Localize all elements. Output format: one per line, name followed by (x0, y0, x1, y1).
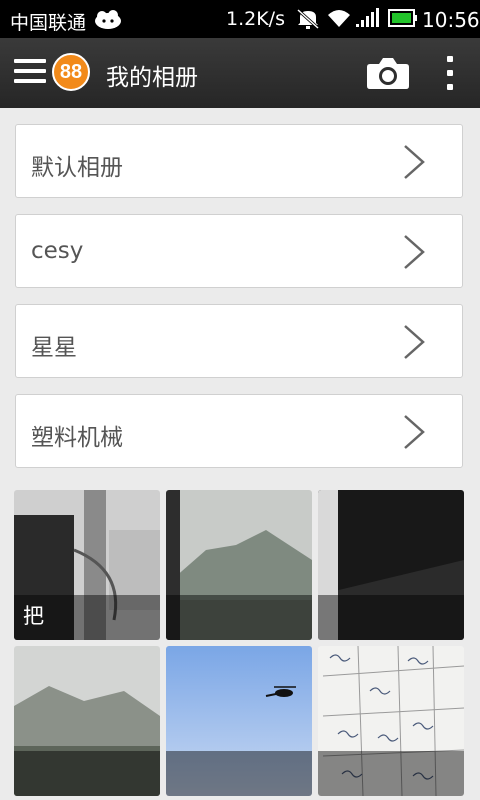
battery-icon (388, 8, 418, 33)
chevron-right-icon (402, 144, 426, 184)
clock: 10:56 (422, 8, 480, 32)
wifi-icon (327, 8, 351, 33)
photo-caption: 把 (23, 604, 44, 628)
caption-overlay (318, 595, 464, 640)
message-cloud-icon (94, 9, 122, 34)
caption-overlay (166, 751, 312, 796)
page-title: 我的相册 (106, 65, 198, 91)
photo-thumbnail[interactable] (14, 646, 160, 796)
app-logo: 88 (52, 53, 90, 91)
network-speed: 1.2K/s (226, 8, 285, 30)
chevron-right-icon (402, 324, 426, 364)
camera-icon[interactable] (366, 56, 410, 94)
chevron-right-icon (402, 234, 426, 274)
photo-thumbnail[interactable] (318, 646, 464, 796)
signal-icon (356, 8, 380, 33)
caption-overlay (14, 751, 160, 796)
more-vert-icon[interactable] (442, 56, 458, 90)
chevron-right-icon (402, 414, 426, 454)
album-label: 星星 (31, 335, 77, 361)
album-label: 默认相册 (31, 155, 123, 181)
photo-thumbnail[interactable] (166, 490, 312, 640)
photo-thumbnail[interactable]: 把 (14, 490, 160, 640)
caption-overlay (166, 595, 312, 640)
app-bar: 88 我的相册 (0, 38, 480, 108)
album-item[interactable]: 星星 (15, 304, 463, 378)
album-label: 塑料机械 (31, 425, 123, 451)
album-label: cesy (31, 238, 84, 264)
album-item[interactable]: cesy (15, 214, 463, 288)
photo-thumbnail[interactable] (166, 646, 312, 796)
photo-thumbnail[interactable] (318, 490, 464, 640)
muted-icon (296, 8, 320, 35)
caption-overlay (318, 751, 464, 796)
carrier-name: 中国联通 (10, 12, 87, 34)
menu-icon[interactable] (14, 59, 46, 85)
album-item[interactable]: 塑料机械 (15, 394, 463, 468)
album-item[interactable]: 默认相册 (15, 124, 463, 198)
status-bar: 中国联通 1.2K/s 10:56 (0, 0, 480, 38)
